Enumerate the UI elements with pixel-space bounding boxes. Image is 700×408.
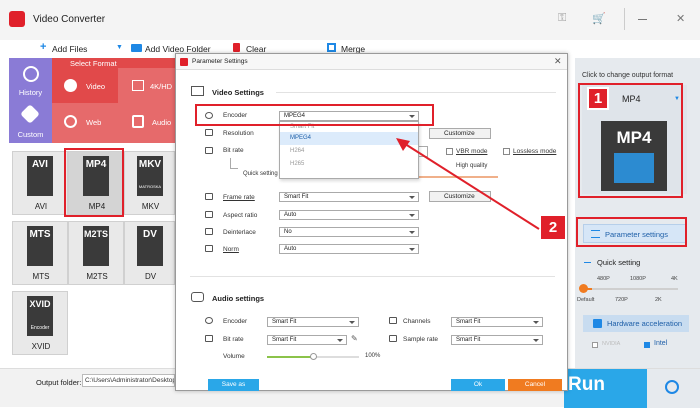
annotation-arrow — [396, 138, 540, 230]
arrow-line — [401, 141, 540, 230]
arrow-head — [396, 138, 410, 151]
